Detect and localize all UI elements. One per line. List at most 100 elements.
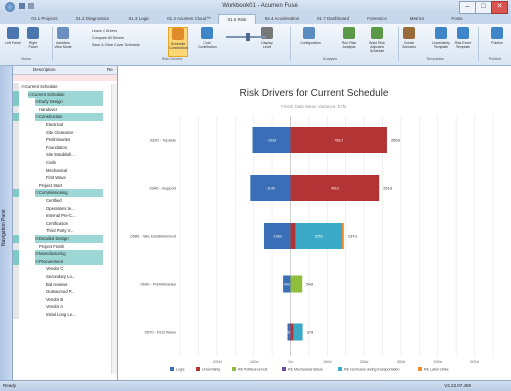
row-gutter[interactable] — [13, 143, 19, 152]
tab-01-5-risk[interactable]: 01.5 Risk — [218, 14, 256, 24]
tree-row[interactable]: Project Start — [35, 182, 103, 190]
row-gutter[interactable] — [13, 280, 19, 289]
row-gutter[interactable] — [13, 166, 19, 175]
right-panel-button[interactable]: Right Panel — [24, 27, 42, 55]
publish-button[interactable]: Publish — [488, 27, 506, 55]
row-gutter[interactable] — [13, 257, 19, 266]
maximize-button[interactable]: □ — [475, 1, 492, 14]
row-gutter[interactable] — [13, 189, 19, 197]
row-gutter[interactable] — [13, 288, 19, 296]
tree-row[interactable]: Mechanical — [42, 167, 103, 175]
tree-row[interactable]: Internal Pre-C... — [42, 212, 103, 220]
row-gutter[interactable] — [13, 219, 19, 228]
row-gutter[interactable] — [13, 136, 19, 144]
row-gutter[interactable] — [13, 83, 19, 91]
build-risk-adjusted-schedule-button[interactable]: Build Risk Adjusted Schedule — [368, 27, 386, 55]
minimize-button[interactable]: – — [459, 1, 476, 14]
ribbon-option-2[interactable]: Save & Clear Cover Schedule — [92, 43, 140, 47]
display-level-thumb[interactable] — [246, 33, 250, 41]
tree-row[interactable]: Site Establish... — [42, 151, 103, 159]
tree-row[interactable]: Foundation — [42, 144, 103, 152]
tree-row[interactable]: Certified — [42, 197, 103, 205]
tree-row[interactable]: Vendor B — [42, 296, 103, 304]
cost-contribution-button[interactable]: Cost Contribution — [198, 27, 217, 55]
tree-row[interactable]: Operations te... — [42, 205, 103, 213]
row-gutter[interactable] — [13, 128, 19, 137]
row-gutter[interactable] — [13, 204, 19, 213]
row-gutter[interactable] — [13, 197, 19, 205]
tree-scrollbar[interactable] — [111, 84, 117, 374]
schedule-contribution-button[interactable]: Schedule Contribution — [168, 27, 188, 57]
row-gutter[interactable] — [13, 159, 19, 167]
row-gutter[interactable] — [13, 105, 19, 114]
tree-row[interactable]: Vendor A — [42, 303, 103, 311]
column-description[interactable]: Description — [33, 67, 56, 72]
row-gutter[interactable] — [13, 121, 19, 129]
row-gutter[interactable] — [13, 311, 19, 319]
column-flag[interactable]: Re — [107, 67, 113, 72]
row-gutter[interactable] — [13, 151, 19, 159]
tree-row[interactable]: Project Finish — [35, 243, 103, 251]
tree-row[interactable]: ⊟Current Schedule — [21, 83, 103, 91]
uncertainty-template-button[interactable]: Uncertainty Template — [432, 27, 450, 55]
ribbon-option-0[interactable]: Leave // Drivers — [92, 29, 117, 33]
row-gutter[interactable] — [13, 242, 19, 251]
dropdown-icon[interactable] — [28, 3, 34, 9]
tree-row[interactable]: Outsourced P... — [42, 288, 103, 296]
tree-row[interactable]: Handover — [35, 106, 103, 114]
row-gutter[interactable] — [13, 113, 19, 121]
tree-row[interactable]: ⊞Early Design — [35, 98, 103, 106]
row-gutter[interactable] — [13, 250, 19, 258]
row-gutter[interactable] — [13, 235, 19, 243]
tab-01-1-projects[interactable]: 01.1 Projects — [22, 14, 67, 24]
tree-row[interactable]: Vendor C — [42, 265, 103, 273]
tree-row[interactable]: Initial Long Le... — [42, 311, 103, 319]
tab-01-2-diagnostics[interactable]: 01.2 Diagnostics — [70, 14, 115, 24]
tree-row[interactable]: Civils — [42, 159, 103, 167]
tree-row[interactable]: Bid reviews — [42, 281, 103, 289]
app-logo[interactable] — [5, 2, 15, 12]
tab-fonts[interactable]: Fonts — [440, 14, 474, 24]
tree-row[interactable]: ⊟Construction — [35, 113, 103, 121]
tree-row[interactable]: Electrical — [42, 121, 103, 129]
row-gutter[interactable] — [13, 265, 19, 273]
row-gutter[interactable] — [13, 174, 19, 182]
row-gutter[interactable] — [13, 212, 19, 220]
tree-row[interactable]: Certification — [42, 220, 103, 228]
tab-04-4-acceleration[interactable]: 04.4 Acceleration — [258, 14, 306, 24]
tree-filter-row[interactable] — [13, 75, 117, 81]
tab-01-3-logic[interactable]: 01.3 Logic — [118, 14, 160, 24]
row-gutter[interactable] — [13, 90, 19, 99]
ribbon-option-1[interactable]: Compare All Drivers — [92, 36, 124, 40]
risk-event-template-button[interactable]: Risk Event Template — [454, 27, 472, 55]
row-gutter[interactable] — [13, 227, 19, 235]
create-scenario-button[interactable]: Create Scenario — [400, 27, 418, 55]
configuration-button[interactable]: Configuration — [300, 27, 321, 55]
close-button[interactable]: ✕ — [491, 1, 508, 14]
row-gutter[interactable] — [13, 295, 19, 304]
tree-row[interactable]: ⊟Procurement — [35, 257, 103, 266]
row-gutter[interactable] — [13, 273, 19, 281]
tab-metrics[interactable]: Metrics — [400, 14, 434, 24]
tree-row[interactable]: First Wave — [42, 174, 103, 182]
save-icon[interactable] — [19, 3, 25, 9]
tab-01-4-acumen-cloud[interactable]: 01.4 Acumen Cloud™ — [164, 14, 214, 24]
tree-row[interactable]: Preliminaries — [42, 136, 103, 144]
navigation-pane[interactable]: Navigation Pane — [0, 66, 13, 380]
tree-row[interactable]: Secondary Lo... — [42, 273, 103, 281]
tree-row[interactable]: ⊟Current Schedule — [28, 90, 103, 99]
tree-row[interactable]: ⊞Detailed Design — [35, 235, 103, 243]
tree-row[interactable]: Third Party V... — [42, 227, 103, 235]
activities-view-mode-button[interactable]: Activities View Mode — [54, 27, 72, 55]
tree-row[interactable]: ⊞Manufacturing — [35, 250, 103, 258]
run-risk-analysis-button[interactable]: Run Risk Analysis — [340, 27, 358, 55]
tab-01-7-dashboard[interactable]: 01.7 Dashboard — [311, 14, 355, 24]
left-panel-button[interactable]: Left Panel — [4, 27, 22, 55]
tree-row[interactable]: Site Clearance — [42, 129, 103, 137]
row-gutter[interactable] — [13, 303, 19, 311]
display-level-slider[interactable]: Display Level — [258, 27, 276, 55]
row-gutter[interactable] — [13, 98, 19, 106]
row-gutter[interactable] — [13, 181, 19, 190]
tab-forensics[interactable]: Forensics — [360, 14, 394, 24]
tree-row[interactable]: ⊟Commissioning — [35, 189, 103, 197]
